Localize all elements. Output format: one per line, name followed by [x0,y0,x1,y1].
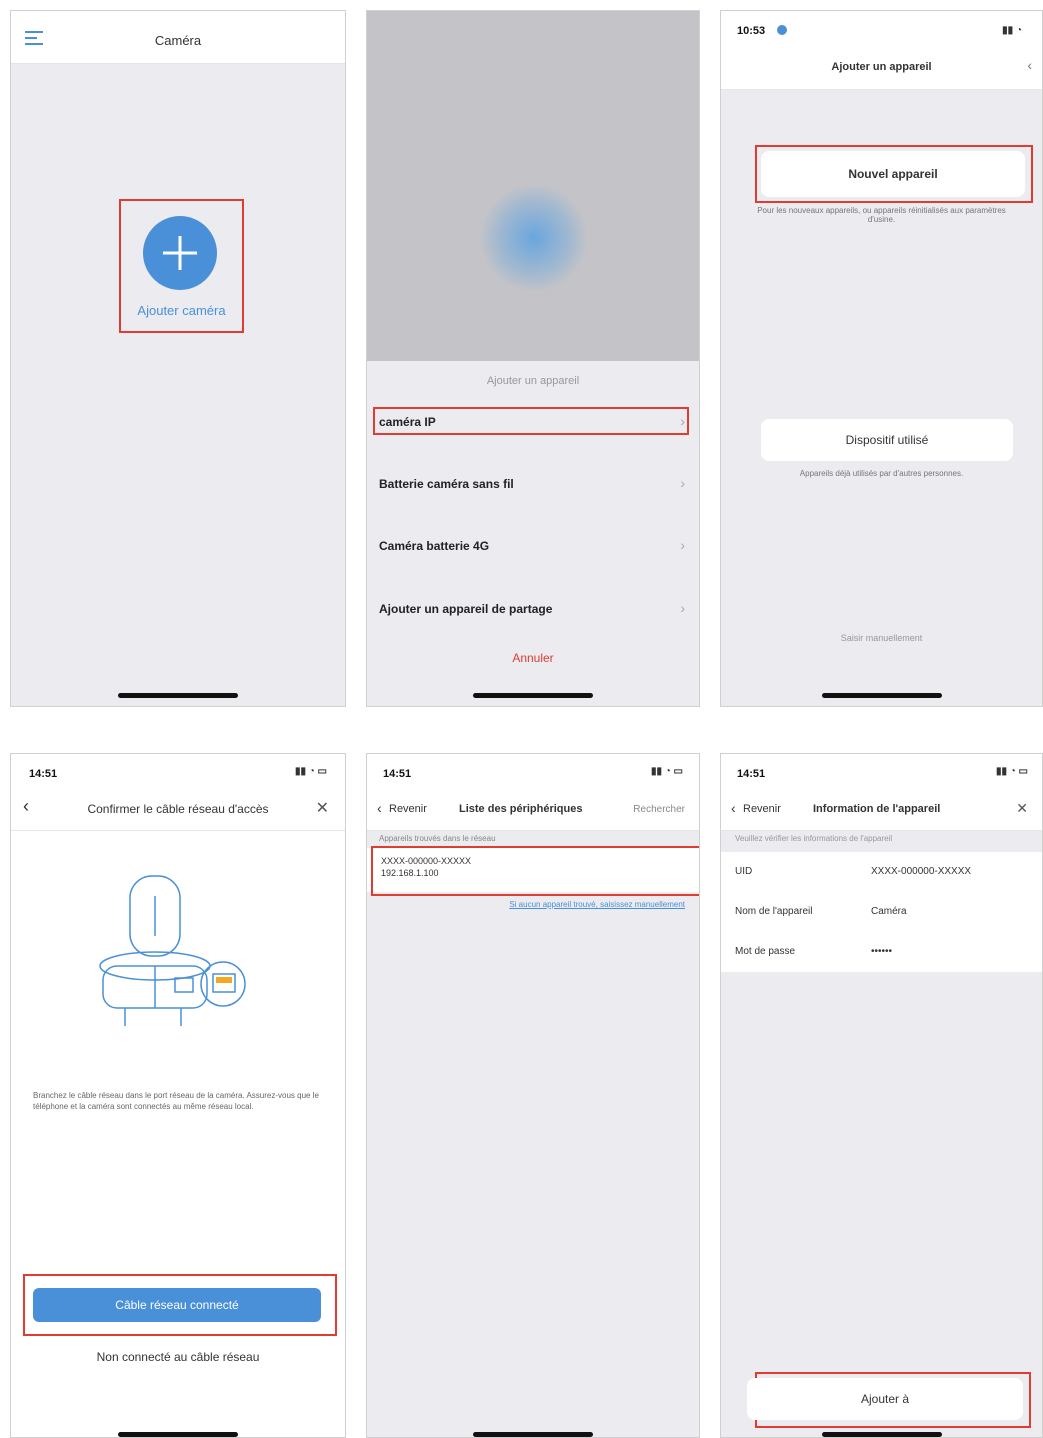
cancel-button[interactable]: Annuler [367,651,699,665]
chevron-right-icon: › [680,537,685,553]
device-item-highlight [371,846,699,896]
manual-entry-link[interactable]: Saisir manuellement [721,633,1042,643]
chevron-right-icon: › [680,475,685,491]
blurred-backdrop [367,11,699,361]
menu-item-ip-camera[interactable]: caméra IP [379,415,436,429]
add-button-label: Ajouter à [860,1392,910,1406]
used-device-description: Appareils déjà utilisés par d'autres per… [799,469,964,478]
home-indicator [821,693,942,698]
page-title: Information de l'appareil [813,803,941,815]
info-value: Caméra [871,906,907,917]
back-button[interactable]: Revenir [389,803,427,815]
used-device-button[interactable]: Dispositif utilisé [761,419,1013,461]
plus-icon [163,236,197,270]
nav-header: Caméra [11,11,345,64]
nav-header: 14:51 ▮▮ ◔ ▭ ‹ Revenir Information de l'… [721,754,1042,831]
close-icon[interactable]: ✕ [1016,800,1028,817]
subtitle: Veuillez vérifier les informations de l'… [735,834,893,843]
screen-add-device-type: 10:53 ▮▮ ◔ Ajouter un appareil ‹ Nouvel … [720,10,1043,707]
screen-device-list: 14:51 ▮▮ ◔ ▭ ‹ Revenir Liste des périphé… [366,753,700,1438]
back-arrow-icon[interactable]: ‹ [1027,57,1032,73]
status-time: 14:51 [383,768,412,780]
page-title: Liste des périphériques [459,803,583,815]
info-row-uid: UID XXXX-000000-XXXXX [721,852,1042,893]
menu-item-4g-camera[interactable]: Caméra batterie 4G [379,539,489,553]
home-indicator [473,693,593,698]
cable-connected-label: Câble réseau connecté [115,1298,239,1312]
back-button[interactable]: Revenir [743,803,781,815]
manual-entry-link[interactable]: Si aucun appareil trouvé, saisissez manu… [509,900,685,909]
page-title: Ajouter un appareil [831,61,932,73]
screen-camera-home: Caméra Ajouter caméra [10,10,346,707]
status-time: 10:53 [737,25,766,37]
info-label: Mot de passe [735,946,796,957]
new-device-button[interactable]: Nouvel appareil [761,151,1025,197]
sheet-title: Ajouter un appareil [486,375,580,387]
info-row-password[interactable]: Mot de passe •••••• [721,932,1042,973]
add-camera-label[interactable]: Ajouter caméra [119,303,244,318]
info-value: •••••• [871,946,893,957]
add-button[interactable]: Ajouter à [747,1378,1023,1420]
refresh-button[interactable]: Rechercher [633,804,685,815]
section-header: Appareils trouvés dans le réseau [379,834,496,843]
home-indicator [473,1432,593,1437]
chevron-right-icon: › [680,600,685,616]
page-title: Caméra [154,33,202,48]
signal-icon: ▮▮ ◔ ▭ [995,766,1028,777]
signal-icon: ▮▮ ◔ ▭ [294,766,327,777]
screen-confirm-cable: 14:51 ▮▮ ◔ ▭ ‹ Confirmer le câble réseau… [10,753,346,1438]
back-arrow-icon[interactable]: ‹ [731,800,736,816]
page-title: Confirmer le câble réseau d'accès [87,802,269,816]
instruction-text: Branchez le câble réseau dans le port ré… [33,1091,319,1111]
location-icon [777,25,787,35]
signal-icon: ▮▮ ◔ [1002,25,1022,36]
menu-item-battery-camera[interactable]: Batterie caméra sans fil [379,477,514,491]
nav-header: 14:51 ▮▮ ◔ ▭ ‹ Revenir Liste des périphé… [367,754,699,831]
menu-item-share-device[interactable]: Ajouter un appareil de partage [379,602,552,616]
home-indicator [118,1432,238,1437]
new-device-description: Pour les nouveaux appareils, ou appareil… [757,206,1006,224]
info-row-name[interactable]: Nom de l'appareil Caméra [721,892,1042,933]
home-indicator [118,693,238,698]
screen-add-device-sheet: Ajouter un appareil caméra IP › Batterie… [366,10,700,707]
action-sheet: Ajouter un appareil caméra IP › Batterie… [367,361,699,706]
nav-header: 10:53 ▮▮ ◔ Ajouter un appareil ‹ [721,11,1042,90]
home-indicator [821,1432,942,1437]
close-icon[interactable]: ✕ [316,798,329,818]
info-value: XXXX-000000-XXXXX [871,866,972,877]
info-label: Nom de l'appareil [735,906,813,917]
used-device-label: Dispositif utilisé [845,433,929,447]
chevron-right-icon: › [680,413,685,429]
new-device-label: Nouvel appareil [848,167,938,181]
back-arrow-icon[interactable]: ‹ [377,800,382,816]
cable-connected-button[interactable]: Câble réseau connecté [33,1288,321,1322]
add-camera-button[interactable] [143,216,217,290]
not-connected-button[interactable]: Non connecté au câble réseau [11,1350,345,1364]
status-time: 14:51 [737,768,766,780]
info-label: UID [735,866,753,877]
screen-device-info: 14:51 ▮▮ ◔ ▭ ‹ Revenir Information de l'… [720,753,1043,1438]
signal-icon: ▮▮ ◔ ▭ [650,766,683,777]
camera-cable-illustration [99,875,246,1026]
status-time: 14:51 [29,768,58,780]
